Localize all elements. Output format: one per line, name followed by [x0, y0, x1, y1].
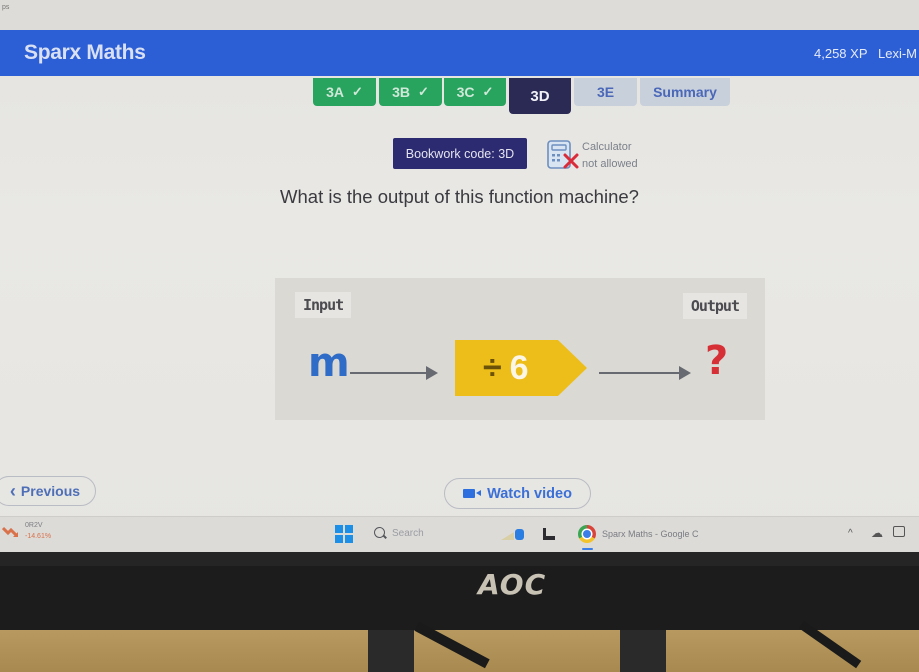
tab-label: Summary: [653, 84, 717, 100]
browser-tab-strip: ps: [0, 0, 919, 30]
chevron-left-icon: ‹: [9, 480, 16, 501]
divide-symbol: ÷: [483, 348, 502, 387]
previous-button[interactable]: ‹ Previous: [0, 476, 96, 506]
browser-tab-fragment[interactable]: ps: [2, 4, 9, 11]
previous-label: Previous: [20, 483, 81, 499]
tab-label: 3B: [392, 84, 410, 100]
operation-box: ÷ 6: [455, 340, 587, 396]
tab-label: 3D: [530, 87, 550, 105]
video-camera-icon: [463, 489, 482, 498]
tab-3b[interactable]: 3B ✓: [379, 78, 442, 106]
check-icon: ✓: [418, 84, 429, 99]
calculator-line-1: Calculator: [582, 141, 632, 153]
active-window-indicator: [582, 548, 593, 550]
stock-change: -14.61%: [25, 533, 52, 540]
monitor-stand-left: [368, 630, 414, 672]
windows-taskbar: 0R2V -14.61% Search Sparx Maths - Google…: [0, 516, 919, 553]
arrow-right-icon: [599, 366, 691, 380]
tray-chevron-up-icon[interactable]: ^: [848, 528, 853, 539]
output-label: Output: [682, 293, 747, 319]
monitor-screen: ps Sparx Maths 4,258 XP Lexi-M 3A ✓ 3B ✓…: [0, 0, 919, 553]
chrome-icon[interactable]: [578, 525, 596, 543]
tab-label: 3A: [326, 84, 344, 100]
monitor-stand-right: [620, 630, 666, 672]
app-logo[interactable]: Sparx Maths: [24, 41, 146, 65]
output-value: ?: [705, 338, 729, 384]
monitor-bezel-edge: [0, 552, 919, 566]
tab-3d[interactable]: 3D: [509, 78, 571, 114]
arrow-right-icon: [350, 366, 438, 380]
stock-ticker: 0R2V: [25, 522, 43, 529]
watch-video-label: Watch video: [487, 485, 572, 502]
check-icon: ✓: [482, 84, 494, 99]
taskbar-search[interactable]: Search: [392, 528, 424, 539]
tab-summary[interactable]: Summary: [640, 78, 730, 106]
tab-3a[interactable]: 3A ✓: [313, 78, 376, 106]
input-value: m: [308, 340, 350, 386]
monitor-brand-logo: AOC: [478, 568, 547, 601]
function-machine: Input Output m ÷ 6 ?: [275, 278, 765, 420]
tab-3e[interactable]: 3E: [574, 78, 637, 106]
bookwork-code: Bookwork code: 3D: [393, 138, 527, 169]
watch-video-button[interactable]: Watch video: [444, 478, 591, 509]
operation-value: 6: [509, 348, 529, 387]
tab-label: 3C: [456, 84, 475, 100]
top-bar: Sparx Maths 4,258 XP Lexi-M: [0, 30, 919, 76]
active-window-title[interactable]: Sparx Maths - Google C: [602, 529, 699, 539]
calculator-line-2: not allowed: [582, 158, 638, 170]
cloud-off-icon[interactable]: ☁: [871, 526, 883, 540]
question-text: What is the output of this function mach…: [280, 186, 639, 207]
file-explorer-icon[interactable]: [500, 526, 526, 541]
search-icon[interactable]: [374, 527, 385, 538]
calculator-status: Calculator not allowed: [582, 139, 638, 173]
input-label: Input: [295, 292, 352, 318]
display-icon[interactable]: [893, 526, 905, 537]
app-icon[interactable]: [543, 528, 555, 540]
tab-label: 3E: [596, 84, 615, 100]
user-menu[interactable]: Lexi-M: [878, 46, 917, 61]
xp-counter: 4,258 XP: [814, 46, 868, 61]
stock-trend-down-icon[interactable]: [2, 525, 20, 539]
windows-start-icon[interactable]: [335, 525, 353, 543]
check-icon: ✓: [352, 84, 363, 99]
calculator-not-allowed-icon: [547, 140, 579, 169]
tab-3c[interactable]: 3C ✓: [444, 78, 506, 106]
